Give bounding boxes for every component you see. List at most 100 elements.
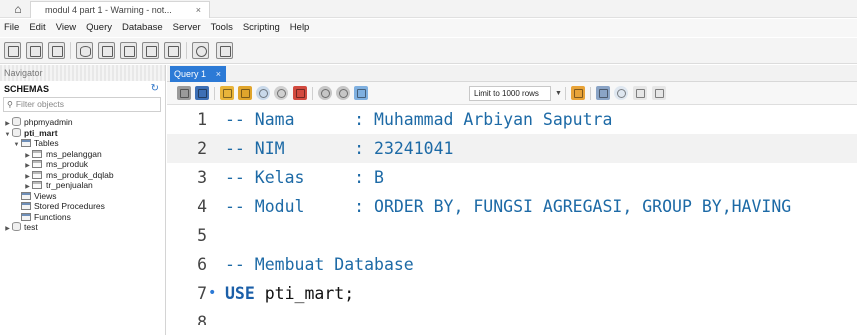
menu-query[interactable]: Query	[81, 19, 117, 37]
toolbar-separator	[590, 87, 591, 100]
code-line: 5	[167, 221, 857, 250]
execute-current-icon[interactable]	[238, 86, 252, 100]
tree-label: Views	[34, 190, 57, 201]
menu-tools[interactable]: Tools	[206, 19, 238, 37]
tree-label: phpmyadmin	[24, 117, 73, 127]
schemas-label: SCHEMAS	[4, 84, 50, 94]
tables-folder-icon	[21, 139, 31, 147]
word-wrap-icon[interactable]	[652, 86, 666, 100]
beautify-icon[interactable]	[571, 86, 585, 100]
open-file-icon[interactable]	[177, 86, 191, 100]
new-sql-tab-icon[interactable]	[4, 42, 21, 59]
table-icon	[32, 149, 42, 158]
line-number: 2	[197, 139, 207, 158]
code-line: 1 -- Nama : Muhammad Arbiyan Saputra	[167, 105, 857, 134]
line-number: 4	[197, 197, 207, 216]
sql-keyword: USE	[225, 284, 255, 303]
dropdown-arrow-icon[interactable]: ▼	[555, 87, 562, 100]
close-icon[interactable]: ×	[216, 66, 221, 82]
close-icon[interactable]: ×	[196, 2, 201, 18]
menu-server[interactable]: Server	[168, 19, 206, 37]
home-icon[interactable]: ⌂	[10, 2, 26, 16]
tree-label: ms_produk	[46, 159, 89, 169]
menu-file[interactable]: File	[0, 19, 24, 37]
code-text: -- Membuat Database	[225, 255, 414, 274]
menu-edit[interactable]: Edit	[24, 19, 50, 37]
tree-item-test[interactable]: ▶ test	[0, 222, 165, 233]
invisible-chars-icon[interactable]	[633, 86, 647, 100]
toolbar-separator	[312, 87, 313, 100]
code-line: 6 -- Membuat Database	[167, 250, 857, 279]
save-icon[interactable]	[195, 86, 209, 100]
editor-tab-bar: Query 1 ×	[167, 65, 857, 82]
create-schema-icon[interactable]	[76, 42, 93, 59]
main-toolbar	[0, 38, 857, 64]
schemas-header: SCHEMAS ↻	[0, 81, 165, 97]
commit-icon[interactable]	[318, 86, 332, 100]
search-table-data-icon[interactable]	[192, 42, 209, 59]
rollback-icon[interactable]	[336, 86, 350, 100]
tree-label: ms_pelanggan	[46, 148, 102, 159]
explain-icon[interactable]	[256, 86, 270, 100]
views-folder-icon	[21, 191, 31, 200]
tree-label: test	[24, 222, 38, 232]
tree-item-tables[interactable]: ▼ Tables	[0, 138, 165, 149]
reconnect-icon[interactable]	[216, 42, 233, 59]
code-line: 2 -- NIM : 23241041	[167, 134, 857, 163]
code-line: 4 -- Modul : ORDER BY, FUNGSI AGREGASI, …	[167, 192, 857, 221]
schema-tree: ▶ phpmyadmin ▼ pti_mart ▼ Tables ▶ ms_pelang…	[0, 112, 165, 233]
toolbar-separator	[70, 42, 71, 59]
code-text: USE pti_mart;	[225, 279, 354, 308]
menu-database[interactable]: Database	[117, 19, 168, 37]
expand-arrow-icon[interactable]: ▶	[3, 224, 12, 235]
menu-help[interactable]: Help	[285, 19, 315, 37]
code-line: 3 -- Kelas : B	[167, 163, 857, 192]
tree-label: ms_produk_dqlab	[46, 169, 114, 180]
tree-item-functions[interactable]: Functions	[0, 212, 165, 223]
tree-item-tr-penjualan[interactable]: ▶ tr_penjualan	[0, 180, 165, 191]
code-text: -- NIM : 23241041	[225, 139, 454, 158]
create-procedure-icon[interactable]	[142, 42, 159, 59]
sql-editor-area: Query 1 × Limit to 1000 rows ▼ 1 -- Nama…	[167, 65, 857, 335]
toolbar-separator	[565, 87, 566, 100]
code-editor[interactable]: 1 -- Nama : Muhammad Arbiyan Saputra 2 -…	[167, 105, 857, 325]
tree-item-phpmyadmin[interactable]: ▶ phpmyadmin	[0, 117, 165, 128]
create-function-icon[interactable]	[164, 42, 181, 59]
tree-item-views[interactable]: Views	[0, 191, 165, 202]
refresh-icon[interactable]: ↻	[151, 81, 159, 97]
create-view-icon[interactable]	[120, 42, 137, 59]
table-icon	[32, 170, 42, 179]
filter-placeholder: Filter objects	[15, 99, 65, 109]
tree-label: Stored Procedures	[34, 201, 105, 211]
code-text: -- Modul : ORDER BY, FUNGSI AGREGASI, GR…	[225, 197, 792, 216]
limit-rows-select[interactable]: Limit to 1000 rows	[469, 86, 551, 101]
connection-tab[interactable]: modul 4 part 1 - Warning - not... ×	[30, 1, 210, 18]
tree-item-ms-pelanggan[interactable]: ▶ ms_pelanggan	[0, 149, 165, 160]
line-number: 1	[197, 110, 207, 129]
tree-item-pti-mart[interactable]: ▼ pti_mart	[0, 127, 165, 139]
find-replace-icon[interactable]	[596, 86, 610, 100]
stop-icon[interactable]	[274, 86, 288, 100]
tree-item-ms-produk-dqlab[interactable]: ▶ ms_produk_dqlab	[0, 170, 165, 181]
toggle-error-icon[interactable]	[293, 86, 307, 100]
tab-query-1[interactable]: Query 1 ×	[170, 66, 226, 82]
menu-view[interactable]: View	[51, 19, 81, 37]
line-number: 7	[197, 284, 207, 303]
toolbar-separator	[214, 87, 215, 100]
tree-label: tr_penjualan	[46, 180, 93, 190]
table-icon	[32, 181, 42, 189]
open-inspector-icon[interactable]	[48, 42, 65, 59]
tree-item-ms-produk[interactable]: ▶ ms_produk	[0, 159, 165, 170]
menu-scripting[interactable]: Scripting	[238, 19, 285, 37]
create-table-icon[interactable]	[98, 42, 115, 59]
search-icon: ⚲	[7, 100, 13, 109]
autocommit-icon[interactable]	[354, 86, 368, 100]
filter-objects-input[interactable]: ⚲ Filter objects	[3, 97, 161, 112]
navigator-panel: Navigator SCHEMAS ↻ ⚲ Filter objects ▶ php…	[0, 65, 166, 335]
tree-item-stored-procedures[interactable]: Stored Procedures	[0, 201, 165, 212]
execute-icon[interactable]	[220, 86, 234, 100]
connection-tab-label: modul 4 part 1 - Warning - not...	[45, 5, 172, 15]
title-bar: ⌂ modul 4 part 1 - Warning - not... ×	[0, 0, 857, 18]
search-icon[interactable]	[614, 86, 628, 100]
open-sql-script-icon[interactable]	[26, 42, 43, 59]
